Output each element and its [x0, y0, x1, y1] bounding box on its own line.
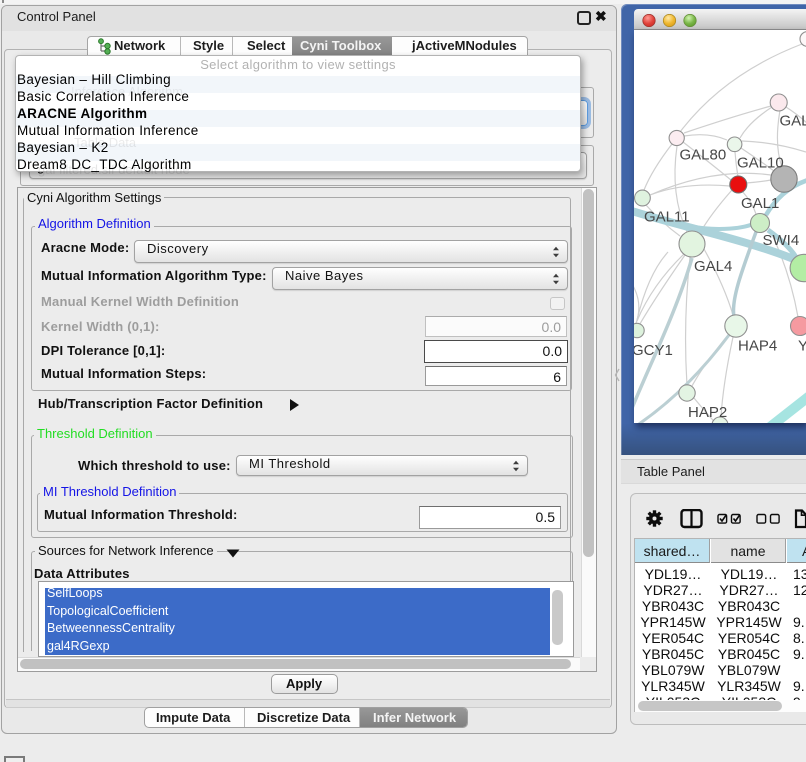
svg-text:SWI4: SWI4 [763, 232, 800, 249]
svg-text:GAL1: GAL1 [741, 195, 779, 212]
svg-text:GAL80: GAL80 [680, 147, 727, 164]
svg-text:GAL10: GAL10 [737, 155, 784, 172]
svg-text:GAL80: GAL80 [780, 113, 806, 130]
svg-text:GAL11: GAL11 [644, 209, 690, 226]
svg-text:HAP4: HAP4 [738, 338, 777, 355]
svg-text:GCY1: GCY1 [634, 342, 673, 359]
svg-text:GAL4: GAL4 [694, 258, 732, 275]
svg-text:Y: Y [798, 338, 806, 355]
svg-text:HAP2: HAP2 [688, 404, 727, 421]
